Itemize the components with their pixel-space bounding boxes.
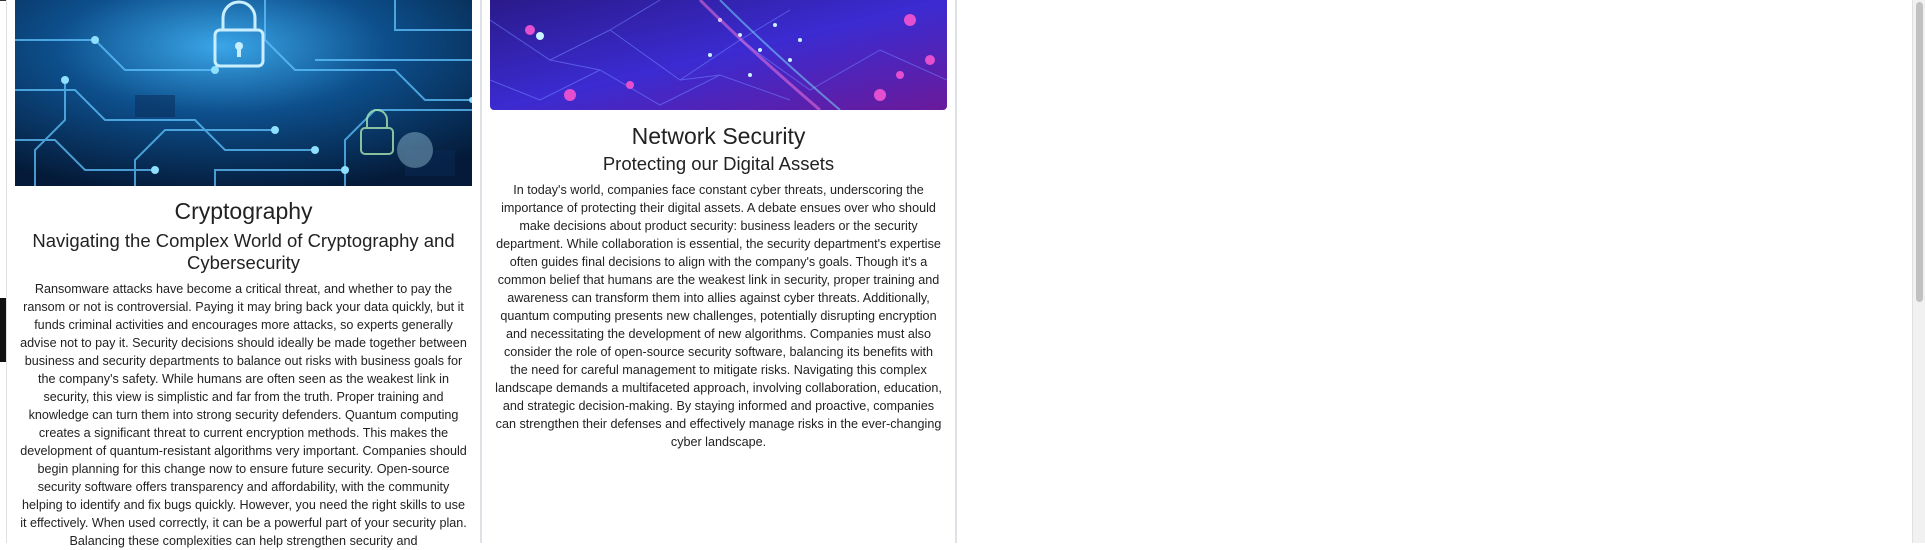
card-text: Ransomware attacks have become a critica… — [20, 282, 467, 548]
cryptography-card-body: Cryptography Navigating the Complex Worl… — [15, 196, 472, 550]
empty-column — [956, 0, 1912, 543]
card-subtitle: Navigating the Complex World of Cryptogr… — [32, 230, 455, 273]
card-text: In today's world, companies face constan… — [495, 183, 942, 449]
card-title: Cryptography — [174, 198, 313, 224]
network-security-card-body: Network Security Protecting our Digital … — [490, 121, 947, 451]
network-security-image — [490, 0, 947, 110]
card-network-security: Network Security Protecting our Digital … — [481, 0, 956, 543]
card-subtitle: Protecting our Digital Assets — [602, 153, 835, 174]
vertical-scrollbar[interactable] — [1912, 0, 1925, 543]
particle-network-illustration — [490, 0, 947, 110]
circuit-padlock-illustration — [15, 0, 472, 186]
card-title: Network Security — [631, 123, 806, 149]
card-cryptography: Cryptography Navigating the Complex Worl… — [6, 0, 481, 548]
cryptography-image — [15, 0, 472, 186]
scrollbar-thumb[interactable] — [1916, 2, 1923, 302]
